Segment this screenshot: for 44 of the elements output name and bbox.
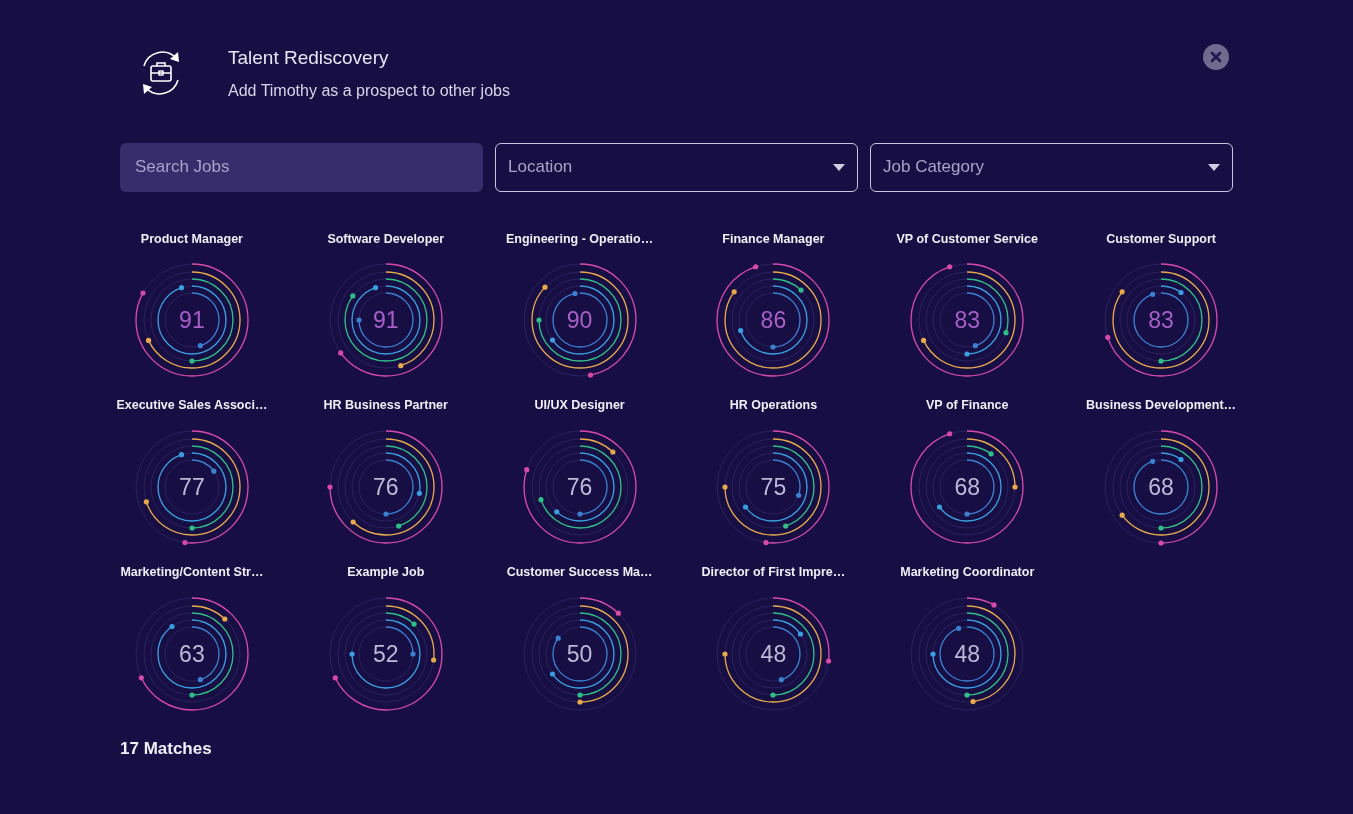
job-title: HR Operations — [729, 397, 818, 415]
match-score: 91 — [179, 306, 205, 335]
job-title: Business Development… — [1086, 397, 1237, 415]
match-score: 76 — [566, 472, 593, 502]
caret-icon — [833, 163, 845, 171]
match-score: 48 — [760, 639, 787, 669]
job-title: Finance Manager — [722, 230, 825, 248]
job-title: Marketing/Content Str… — [120, 564, 264, 581]
match-score: 52 — [372, 639, 399, 669]
close-button[interactable] — [1203, 44, 1229, 70]
job-title: Executive Sales Associ… — [116, 397, 268, 415]
caret-icon — [1208, 163, 1220, 171]
job-title: HR Business Partner — [323, 397, 448, 415]
job-title: Customer Success Ma… — [506, 564, 653, 581]
match-score: 91 — [372, 306, 399, 335]
job-title: Customer Support — [1106, 230, 1216, 248]
job-title: Marketing Coordinator — [900, 564, 1035, 581]
job-title: UI/UX Designer — [534, 397, 625, 415]
match-score: 77 — [179, 472, 205, 502]
dropdown[interactable]: Job Category — [870, 142, 1233, 192]
job-title: Director of First Impre… — [701, 564, 846, 581]
match-score: 63 — [179, 639, 205, 669]
match-score: 90 — [566, 306, 593, 335]
dialog-subtitle: Add Timothy as a prospect to other jobs — [228, 80, 510, 101]
job-title: VP of Customer Service — [896, 230, 1038, 248]
match-score: 83 — [1148, 306, 1174, 335]
match-score: 75 — [760, 472, 787, 502]
match-score: 68 — [954, 472, 981, 502]
match-score: 50 — [566, 639, 593, 669]
dropdown[interactable]: Location — [495, 142, 858, 192]
match-count: 17 Matches — [120, 738, 212, 758]
close-icon — [1210, 51, 1222, 63]
match-score: 48 — [954, 639, 981, 669]
job-title: VP of Finance — [926, 397, 1009, 415]
job-title: Engineering - Operatio… — [505, 230, 654, 248]
match-score: 68 — [1148, 472, 1174, 502]
match-score: 83 — [954, 306, 981, 335]
job-title: Product Manager — [140, 230, 243, 248]
job-title: Example Job — [347, 564, 425, 581]
search-field[interactable]: Search Jobs — [120, 142, 483, 192]
match-score: 76 — [372, 472, 399, 502]
job-title: Software Developer — [327, 230, 445, 248]
match-score: 86 — [760, 306, 787, 335]
dialog-title: Talent Rediscovery — [228, 46, 390, 70]
